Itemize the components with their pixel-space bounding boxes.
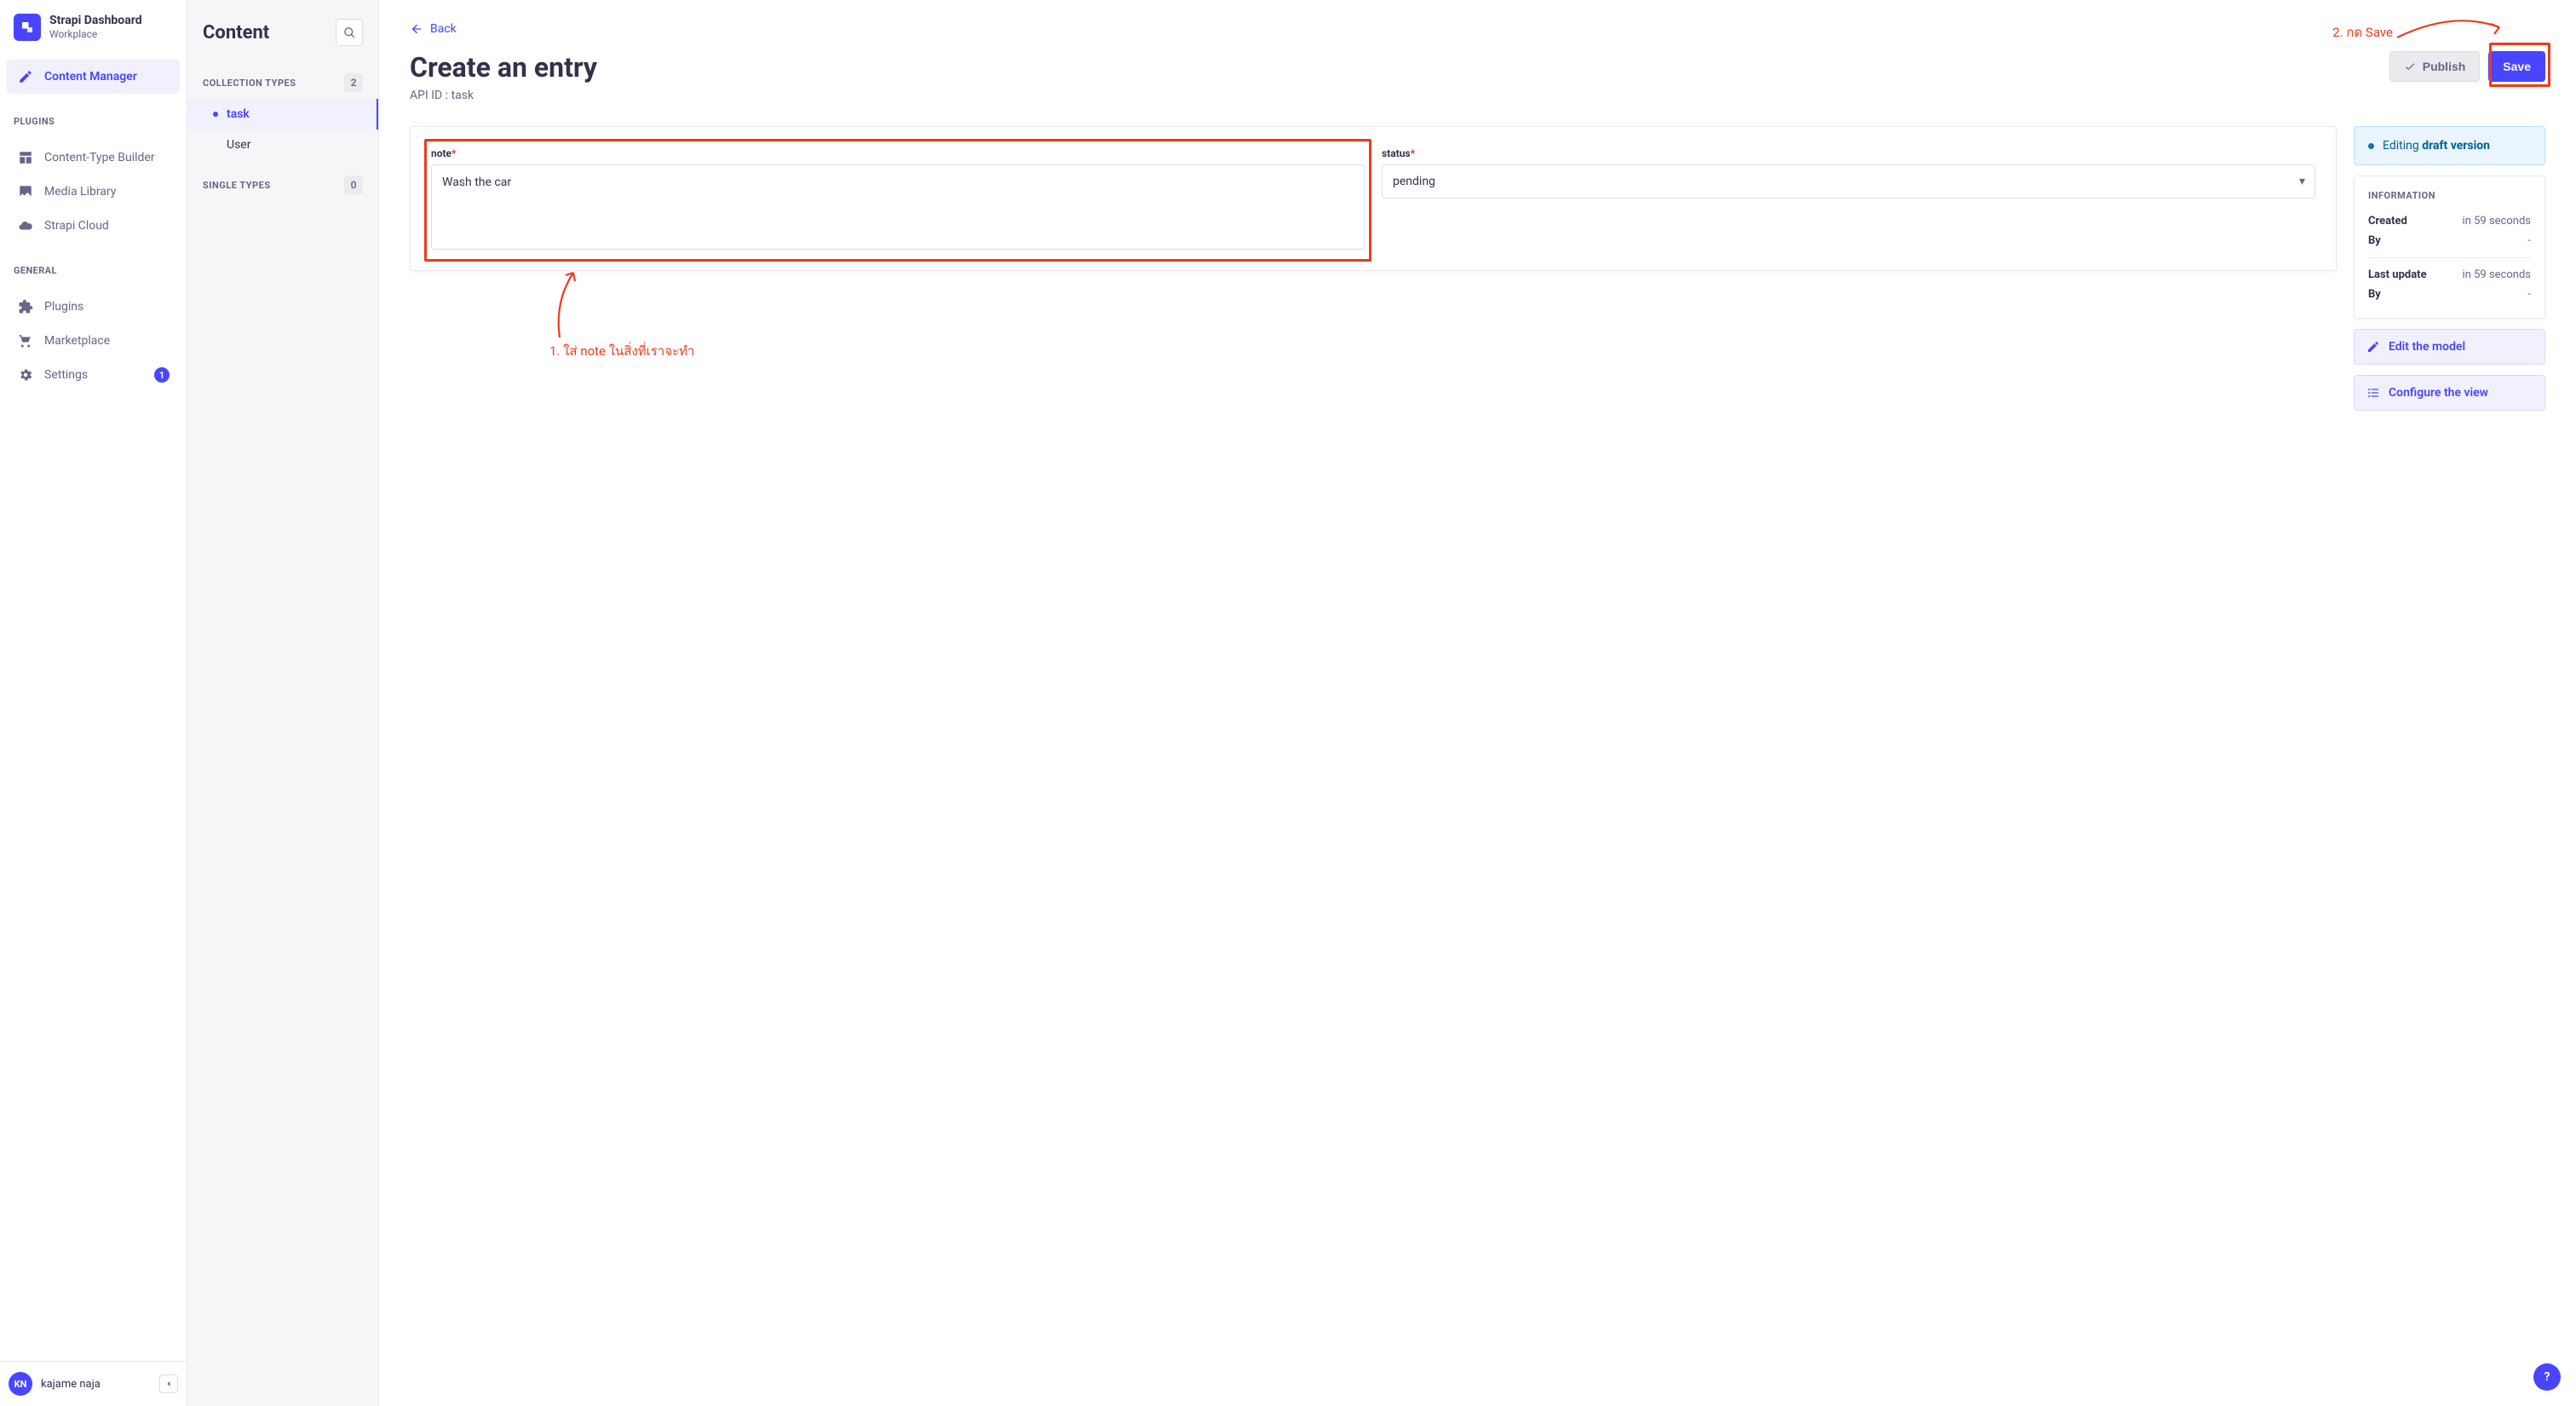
main-sidebar: Strapi Dashboard Workplace Content Manag…: [0, 0, 187, 1406]
nav-settings[interactable]: Settings 1: [7, 358, 180, 392]
field-label-status: status*: [1382, 147, 2315, 159]
strapi-logo-icon: [14, 14, 41, 41]
nav-label: Settings: [44, 368, 88, 382]
pencil-square-icon: [17, 68, 34, 85]
image-icon: [17, 183, 34, 200]
collection-item-user[interactable]: User: [187, 130, 378, 160]
back-link[interactable]: Back: [410, 22, 457, 36]
brand-subtitle: Workplace: [49, 28, 142, 40]
api-id-label: API ID : task: [410, 89, 597, 102]
layout-icon: [17, 149, 34, 166]
collection-item-task[interactable]: task: [187, 99, 378, 130]
cloud-icon: [17, 217, 34, 234]
page-title: Create an entry: [410, 51, 597, 84]
nav-label: Media Library: [44, 185, 116, 199]
settings-badge: 1: [154, 367, 170, 383]
annotation-arrow-note: [553, 268, 587, 341]
collection-item-label: task: [227, 107, 250, 121]
publish-button[interactable]: Publish: [2389, 51, 2481, 82]
draft-version-banner: Editing draft version: [2354, 126, 2545, 165]
main-content: Back Create an entry API ID : task Publi…: [379, 0, 2576, 1406]
collection-types-heading: COLLECTION TYPES 2: [187, 58, 378, 99]
collection-count-badge: 2: [344, 73, 363, 92]
active-dot-icon: [213, 112, 218, 117]
nav-content-type-builder[interactable]: Content-Type Builder: [7, 141, 180, 175]
nav-plugins[interactable]: Plugins: [7, 290, 180, 324]
information-card: INFORMATION Createdin 59 seconds By- Las…: [2354, 176, 2545, 319]
annotation-arrow-save: [2394, 12, 2513, 49]
arrow-left-icon: [410, 22, 423, 36]
nav-label: Plugins: [44, 300, 83, 314]
nav-label: Content Manager: [44, 70, 137, 84]
check-icon: [2404, 61, 2416, 72]
sidebar-footer: KN kajame naja: [0, 1361, 187, 1406]
sidebar-collapse-button[interactable]: [159, 1374, 178, 1393]
nav-label: Marketplace: [44, 334, 110, 348]
save-button[interactable]: Save: [2488, 51, 2545, 82]
nav-heading-plugins: PLUGINS: [0, 101, 187, 134]
content-sidebar-title: Content: [203, 22, 269, 43]
information-heading: INFORMATION: [2368, 190, 2531, 201]
search-icon: [343, 26, 356, 39]
nav-label: Strapi Cloud: [44, 219, 109, 233]
collection-item-label: User: [227, 138, 250, 152]
status-select[interactable]: pending: [1382, 164, 2315, 199]
status-dot-icon: [2368, 143, 2374, 149]
nav-content-manager[interactable]: Content Manager: [7, 60, 180, 94]
configure-view-link[interactable]: Configure the view: [2354, 375, 2545, 411]
search-button[interactable]: [336, 19, 363, 46]
note-textarea[interactable]: [431, 164, 1365, 250]
nav-media-library[interactable]: Media Library: [7, 175, 180, 209]
cart-icon: [17, 332, 34, 349]
gear-icon: [17, 366, 34, 383]
brand-title: Strapi Dashboard: [49, 14, 142, 27]
nav-strapi-cloud[interactable]: Strapi Cloud: [7, 209, 180, 243]
back-label: Back: [430, 22, 457, 36]
nav-label: Content-Type Builder: [44, 151, 155, 164]
list-icon: [2366, 386, 2380, 400]
pencil-icon: [2366, 340, 2380, 354]
nav-marketplace[interactable]: Marketplace: [7, 324, 180, 358]
content-sidebar: Content COLLECTION TYPES 2 task User SIN…: [187, 0, 379, 1406]
entry-form-card: note* status* pending ▾: [410, 126, 2337, 271]
brand-header: Strapi Dashboard Workplace: [0, 0, 187, 53]
user-avatar[interactable]: KN: [9, 1372, 32, 1396]
edit-model-link[interactable]: Edit the model: [2354, 329, 2545, 365]
nav-heading-general: GENERAL: [0, 250, 187, 283]
single-count-badge: 0: [344, 176, 363, 194]
single-types-heading: SINGLE TYPES 0: [187, 160, 378, 201]
puzzle-icon: [17, 298, 34, 315]
field-label-note: note*: [431, 147, 1365, 159]
help-fab[interactable]: ?: [2533, 1363, 2561, 1391]
user-name: kajame naja: [41, 1378, 101, 1391]
